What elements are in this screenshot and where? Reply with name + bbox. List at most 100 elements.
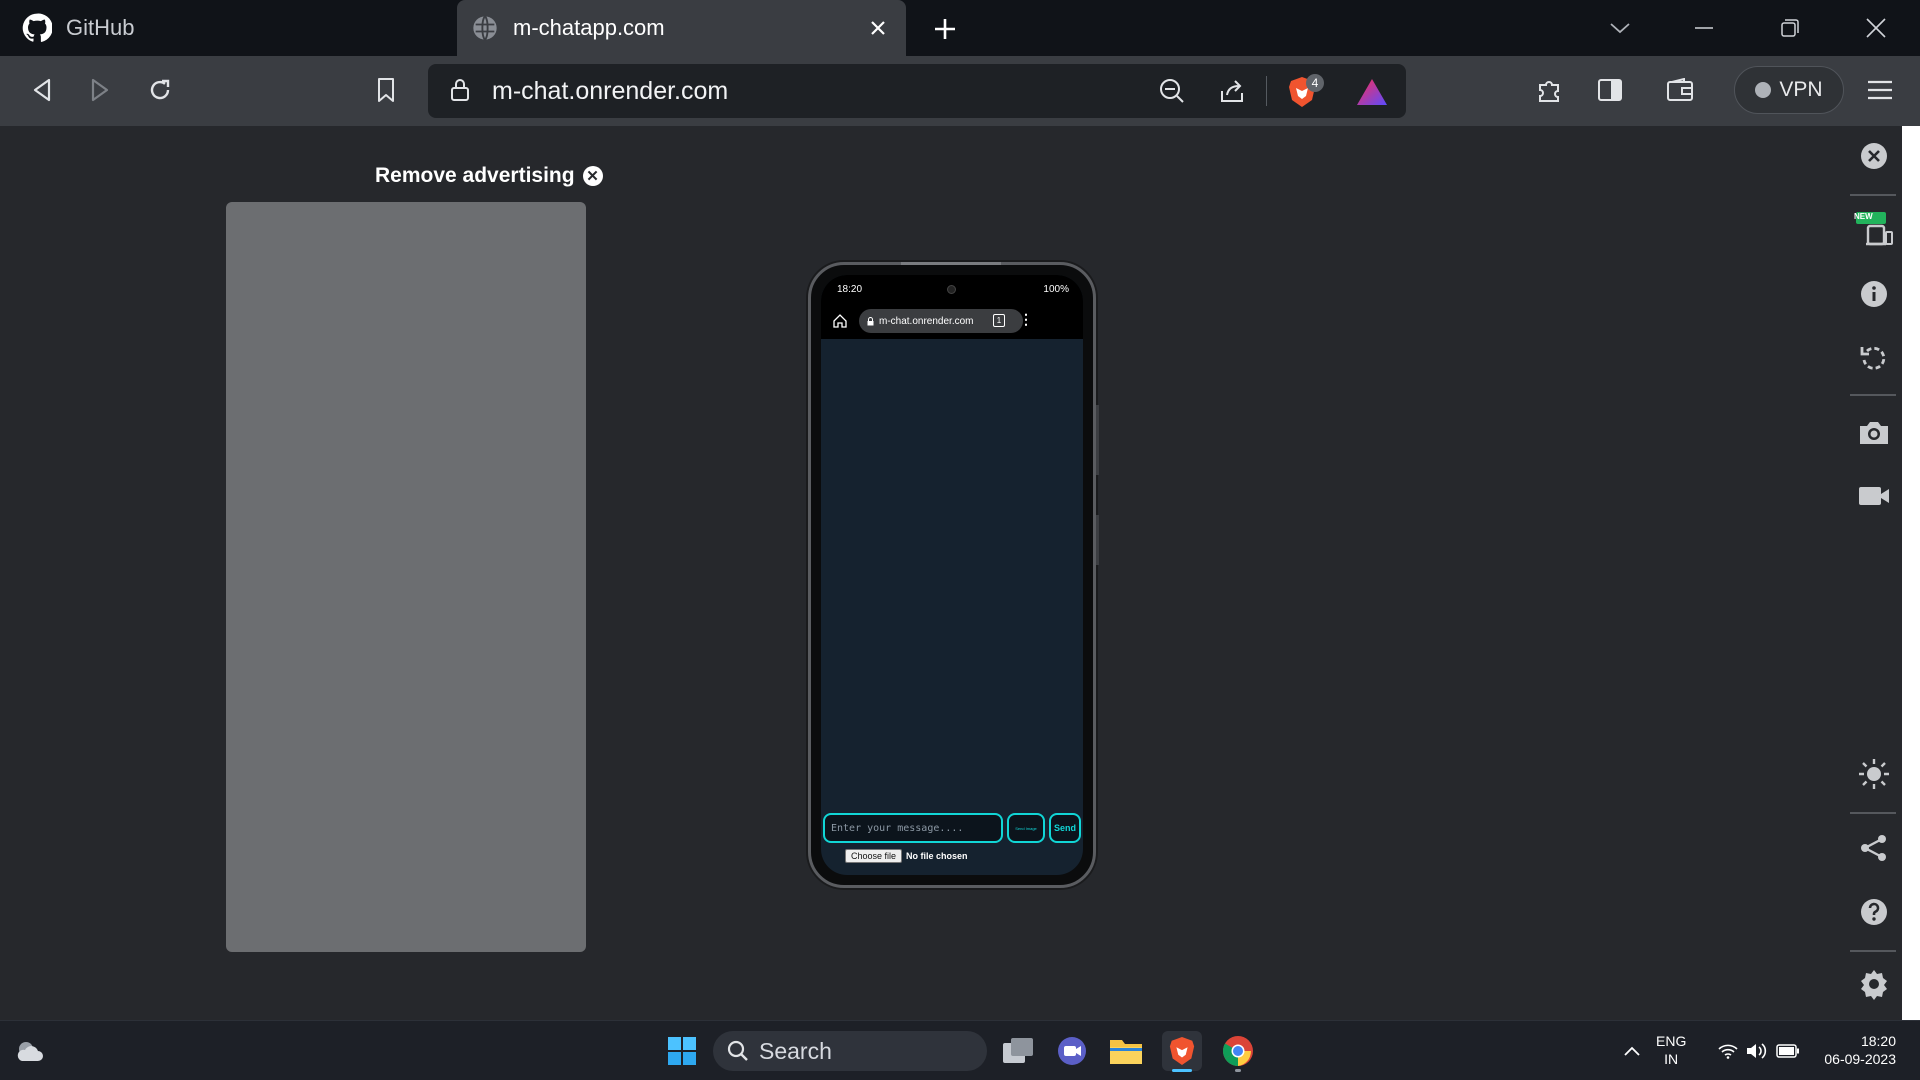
wifi-icon: [1718, 1044, 1738, 1059]
system-tray-status[interactable]: [1706, 1031, 1812, 1071]
close-circle-icon[interactable]: ✕: [582, 166, 603, 186]
restore-icon: [1781, 19, 1799, 37]
new-badge: NEW: [1854, 212, 1873, 221]
gear-icon: [1861, 970, 1887, 1000]
chevron-down-icon: [1610, 23, 1630, 34]
new-tab-button[interactable]: [924, 8, 966, 50]
info-icon: [1861, 281, 1887, 307]
devices-button[interactable]: NEW: [1852, 208, 1896, 252]
tab-github[interactable]: GitHub: [0, 0, 456, 56]
reload-button[interactable]: [140, 70, 180, 110]
running-app-indicator: [1235, 1069, 1241, 1072]
main-menu-button[interactable]: [1860, 70, 1900, 110]
shields-count-badge: 4: [1306, 74, 1324, 92]
phone-side-button: [1096, 515, 1099, 565]
forward-button[interactable]: [80, 70, 120, 110]
browser-toolbar: m-chat.onrender.com 4 VPN: [0, 56, 1920, 126]
close-circle-icon: [1861, 143, 1887, 169]
message-input[interactable]: [823, 813, 1003, 843]
phone-status-bar: 18:20 100%: [821, 275, 1083, 303]
close-window-button[interactable]: [1856, 8, 1896, 48]
sidebar-divider: [1850, 194, 1896, 196]
start-button[interactable]: [662, 1031, 702, 1071]
remove-advertising-label: Remove advertising: [375, 164, 575, 187]
lock-icon: [867, 316, 874, 325]
tab-search-button[interactable]: [1600, 12, 1640, 44]
camera-icon: [1860, 422, 1888, 444]
taskbar-search[interactable]: Search: [713, 1031, 987, 1071]
reload-icon: [150, 79, 170, 100]
close-icon: [871, 21, 885, 35]
phone-frame: 18:20 100% m-chat.onrender.com 1 ⋮ Send …: [808, 262, 1099, 888]
brave-shields-button[interactable]: 4: [1282, 72, 1324, 112]
device-tools-sidebar: NEW: [1846, 126, 1902, 1020]
rotate-icon: [1860, 346, 1886, 370]
home-icon[interactable]: [833, 314, 847, 328]
search-icon: [727, 1040, 748, 1061]
globe-icon: [473, 15, 497, 41]
rotate-button[interactable]: [1858, 342, 1890, 374]
clock-time: 18:20: [1860, 1033, 1896, 1049]
urlbar-divider: [1266, 76, 1267, 106]
share-button[interactable]: [1858, 832, 1890, 864]
bookmark-button[interactable]: [366, 70, 406, 110]
zoom-out-button[interactable]: [1154, 73, 1190, 109]
record-video-button[interactable]: [1858, 480, 1890, 512]
help-button[interactable]: [1858, 896, 1890, 928]
show-hidden-icons-button[interactable]: [1612, 1031, 1652, 1071]
vpn-button[interactable]: VPN: [1734, 66, 1844, 114]
minimize-button[interactable]: [1684, 8, 1724, 48]
search-label: Search: [759, 1037, 832, 1064]
minimize-icon: [1695, 27, 1713, 29]
phone-screen: 18:20 100% m-chat.onrender.com 1 ⋮ Send …: [821, 275, 1083, 875]
github-icon: [22, 13, 52, 42]
taskbar-clock[interactable]: 18:20 06-09-2023: [1808, 1032, 1896, 1068]
share-icon: [1221, 80, 1243, 102]
kebab-menu-icon[interactable]: ⋮: [1019, 311, 1033, 328]
folder-icon: [1110, 1040, 1142, 1064]
file-status-text: No file chosen: [906, 851, 968, 861]
brightness-button[interactable]: [1858, 758, 1890, 790]
close-tab-button[interactable]: [862, 12, 894, 44]
teams-chat-button[interactable]: [1052, 1031, 1092, 1071]
back-button[interactable]: [22, 70, 62, 110]
phone-url-text: m-chat.onrender.com: [879, 315, 974, 327]
task-view-button[interactable]: [998, 1031, 1038, 1071]
brave-taskbar-button[interactable]: [1162, 1031, 1202, 1072]
choose-file-button[interactable]: Choose file: [845, 849, 903, 863]
sidebar-divider: [1850, 394, 1896, 396]
brightness-icon: [1859, 759, 1889, 789]
phone-tab-count[interactable]: 1: [993, 314, 1005, 327]
remove-advertising-link[interactable]: Remove advertising ✕: [375, 164, 603, 188]
language-indicator[interactable]: ENG IN: [1656, 1032, 1686, 1068]
active-app-indicator: [1172, 1069, 1192, 1072]
send-button[interactable]: Send: [1049, 813, 1081, 843]
send-image-button[interactable]: Send Image: [1007, 813, 1045, 843]
url-text[interactable]: m-chat.onrender.com: [492, 77, 728, 106]
brave-icon: [1169, 1037, 1195, 1065]
video-icon: [1859, 487, 1889, 505]
extensions-button[interactable]: [1530, 70, 1570, 110]
address-bar[interactable]: m-chat.onrender.com 4: [428, 64, 1406, 118]
restore-button[interactable]: [1770, 8, 1810, 48]
clock-date: 06-09-2023: [1824, 1051, 1896, 1067]
sidebar-toggle-button[interactable]: [1590, 70, 1630, 110]
weather-widget[interactable]: [10, 1031, 50, 1071]
brave-rewards-button[interactable]: [1352, 72, 1392, 112]
settings-button[interactable]: [1858, 968, 1890, 1000]
share-page-button[interactable]: [1214, 73, 1250, 109]
bookmark-icon: [378, 78, 394, 102]
wallet-button[interactable]: [1660, 70, 1700, 110]
screenshot-button[interactable]: [1858, 416, 1890, 448]
share-icon: [1861, 835, 1886, 861]
phone-top-edge: [901, 262, 1001, 265]
task-view-icon: [1003, 1038, 1033, 1063]
chat-icon: [1058, 1037, 1086, 1065]
close-tools-button[interactable]: [1858, 140, 1890, 172]
tab-label: m-chatapp.com: [513, 15, 665, 40]
tab-label: GitHub: [66, 15, 135, 40]
tab-m-chatapp[interactable]: m-chatapp.com: [457, 0, 906, 56]
chrome-taskbar-button[interactable]: [1218, 1031, 1258, 1072]
info-button[interactable]: [1858, 278, 1890, 310]
file-explorer-button[interactable]: [1106, 1031, 1146, 1071]
